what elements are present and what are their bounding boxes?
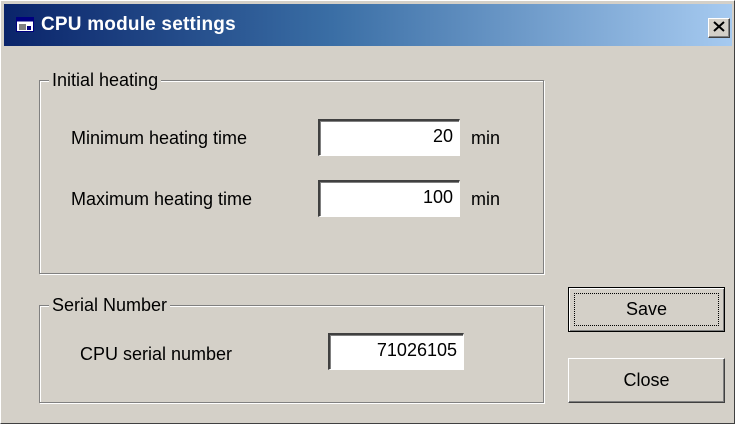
serial-number-legend: Serial Number (49, 294, 171, 316)
max-heating-time-unit: min (471, 189, 501, 209)
max-heating-time-label: Maximum heating time (71, 189, 253, 209)
cpu-serial-number-label: CPU serial number (80, 344, 233, 364)
min-heating-time-unit: min (471, 128, 501, 148)
title-bar[interactable]: CPU module settings (4, 4, 732, 46)
save-button[interactable]: Save (568, 287, 725, 332)
max-heating-time-input[interactable]: 100 (318, 180, 460, 217)
initial-heating-group: Initial heating (39, 69, 544, 274)
close-button[interactable]: Close (568, 358, 725, 403)
dialog-window: CPU module settings Initial heating Mini… (0, 0, 735, 424)
min-heating-time-label: Minimum heating time (71, 128, 248, 148)
focus-indicator (574, 293, 719, 326)
close-button-label: Close (623, 370, 670, 390)
window-title: CPU module settings (41, 14, 236, 35)
close-icon (713, 19, 725, 37)
close-window-button[interactable] (708, 18, 730, 38)
initial-heating-legend: Initial heating (49, 69, 162, 91)
min-heating-time-input[interactable]: 20 (318, 119, 460, 156)
cpu-serial-number-input[interactable]: 71026105 (328, 333, 464, 370)
app-window-icon (16, 17, 34, 33)
